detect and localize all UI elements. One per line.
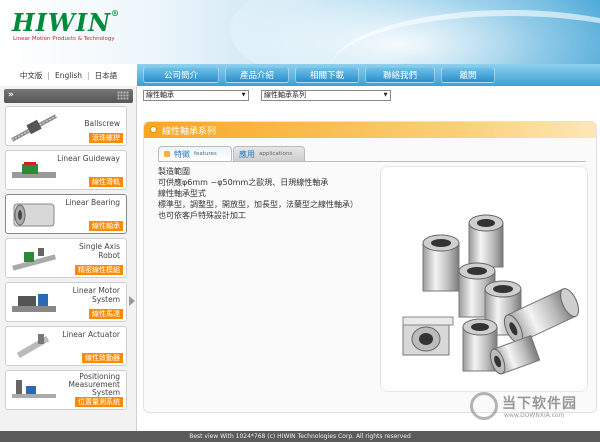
nav-item-products[interactable]: 產品介紹 [225,67,289,83]
bearing-cylinder [422,234,460,292]
tab-sublabel: applications [259,151,293,157]
sidebar-item-linear-guideway[interactable]: Linear Guideway 線性滑軌 [5,150,127,190]
watermark-url: www.DOWNXIA.com [504,412,565,419]
category-select[interactable]: 線性軸承 ▼ [143,90,249,101]
panel-title: 線性軸承系列 [162,127,217,137]
description-line: 也可依客戶特殊設計加工 [158,211,246,220]
language-switcher: 中文版 | English | 日本語 [0,64,137,86]
product-description: 製造範圍 可供應φ6mm ~φ50mm之歐規、日規線性軸承 線性軸承型式 標準型… [158,166,372,221]
sidebar-header: » [4,89,133,103]
lang-chinese-link[interactable]: 中文版 [20,70,43,81]
sidebar-item-label-en: Single Axis Robot [78,242,120,260]
series-select[interactable]: 線性軸承系列 ▼ [261,90,391,101]
sidebar-item-label-zh: 線性馬達 [89,309,123,319]
sidebar-item-label-en: Ballscrew [84,119,120,128]
sidebar-item-linear-bearing[interactable]: Linear Bearing 線性軸承 [5,194,127,234]
series-select-value: 線性軸承系列 [264,91,306,99]
filter-row: 線性軸承 ▼ 線性軸承系列 ▼ [137,86,600,106]
lang-separator: | [47,70,50,80]
product-image-frame [380,166,588,392]
tab-sublabel: features [194,151,217,157]
sidebar-item-label-zh: 線性滑軌 [89,177,123,187]
lang-separator: | [87,70,90,80]
description-line: 可供應φ6mm ~φ50mm之歐規、日規線性軸承 [158,178,329,187]
product-sidebar: » Ballscrew 滾珠螺桿 Linear Guideway 線性滑軌 Li… [0,86,137,431]
content-panel: 線性軸承系列 特徵 features 應用 applications 製造範圍 … [143,121,597,413]
linear-actuator-image [16,334,50,359]
lang-japanese-link[interactable]: 日本語 [95,70,118,81]
nav-item-contact[interactable]: 聯絡我們 [365,67,435,83]
linear-bearing-image [13,203,55,227]
logo-tagline: Linear Motion Products & Technology [13,36,115,42]
panel-title-bar: 線性軸承系列 [144,122,596,138]
sidebar-item-linear-motor[interactable]: Linear Motor System 線性馬達 [5,282,127,322]
nav-item-about[interactable]: 公司簡介 [143,67,219,83]
title-bullet-icon [150,126,157,133]
category-select-value: 線性軸承 [146,91,174,99]
lang-english-link[interactable]: English [55,71,82,80]
tab-label: 應用 [239,149,255,159]
nav-item-exit[interactable]: 離開 [441,67,495,83]
single-axis-robot-image [12,248,57,271]
double-chevron-icon[interactable]: » [8,90,14,100]
site-header: HIWIN® Linear Motion Products & Technolo… [0,0,600,68]
description-line: 標準型，調整型，開放型，加長型，法蘭型之線性軸承） [158,200,358,209]
dropdown-arrow-icon: ▼ [383,92,388,98]
ballscrew-image [11,114,57,142]
nav-item-downloads[interactable]: 相關下載 [295,67,359,83]
main-nav: 公司簡介 產品介紹 相關下載 聯絡我們 離開 [137,64,600,86]
sidebar-item-label-en: Linear Guideway [57,154,120,163]
sidebar-item-label-zh: 線性致動器 [82,353,123,363]
site-footer: Best view With 1024*768 (c) HIWIN Techno… [0,431,600,442]
linear-bearings-photo [402,214,580,375]
sidebar-item-label-zh: 線性軸承 [89,221,123,231]
hiwin-logo[interactable]: HIWIN® [12,8,120,37]
sidebar-item-label-en: Linear Actuator [62,330,120,339]
tab-features[interactable]: 特徵 features [158,146,232,161]
sidebar-item-label-zh: 精密線性模組 [75,265,123,275]
tab-label: 特徵 [174,149,190,159]
linear-guideway-image [12,162,56,178]
registered-mark: ® [111,8,121,18]
tab-bullet-icon [164,151,170,157]
sidebar-item-ballscrew[interactable]: Ballscrew 滾珠螺桿 [5,106,127,146]
tab-divider [158,161,586,162]
site-watermark: 当下软件园 www.DOWNXIA.com [470,390,598,426]
description-line: 製造範圍 [158,167,190,176]
sidebar-item-label-zh: 位置量測系統 [75,397,123,407]
grip-dots-icon [117,91,129,100]
watermark-text: 当下软件园 [502,396,577,412]
bearing-cylinder [468,214,504,268]
tab-applications[interactable]: 應用 applications [233,146,305,161]
sidebar-item-positioning-measurement[interactable]: Positioning Measurement System 位置量測系統 [5,370,127,410]
description-line: 線性軸承型式 [158,189,206,198]
watermark-logo-icon [470,392,498,420]
sidebar-item-label-zh: 滾珠螺桿 [89,133,123,143]
positioning-measurement-image [12,380,56,398]
nav-row: 中文版 | English | 日本語 公司簡介 產品介紹 相關下載 聯絡我們 … [0,64,600,86]
sidebar-item-linear-actuator[interactable]: Linear Actuator 線性致動器 [5,326,127,366]
sidebar-item-label-en: Linear Bearing [65,198,120,207]
active-pointer-icon [129,296,135,306]
bearing-flanged [402,316,454,356]
linear-motor-image [12,294,56,312]
sidebar-item-label-en: Linear Motor System [72,286,120,304]
sidebar-item-single-axis-robot[interactable]: Single Axis Robot 精密線性模組 [5,238,127,278]
logo-text: HIWIN [12,8,112,37]
sidebar-item-label-en: Positioning Measurement System [68,372,121,397]
dropdown-arrow-icon: ▼ [241,92,246,98]
